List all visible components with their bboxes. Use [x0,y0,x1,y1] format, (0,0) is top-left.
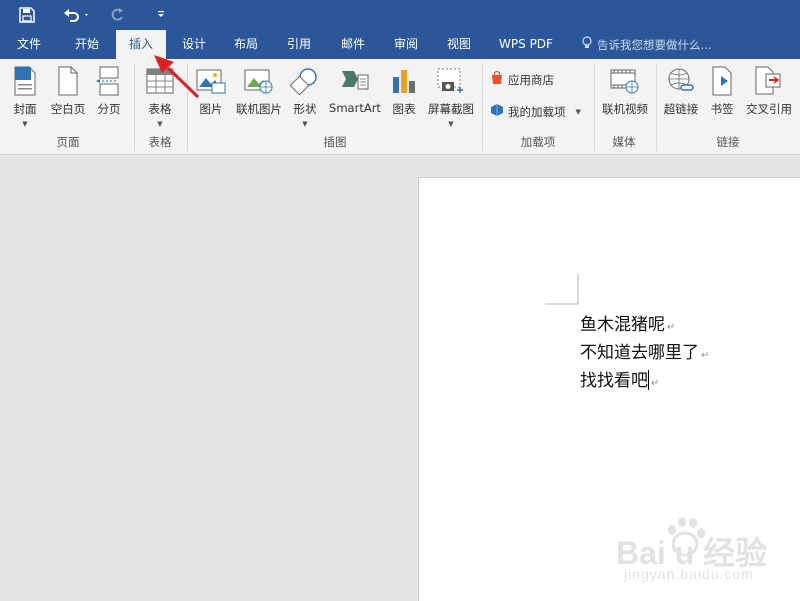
annotation-arrow [154,55,200,99]
